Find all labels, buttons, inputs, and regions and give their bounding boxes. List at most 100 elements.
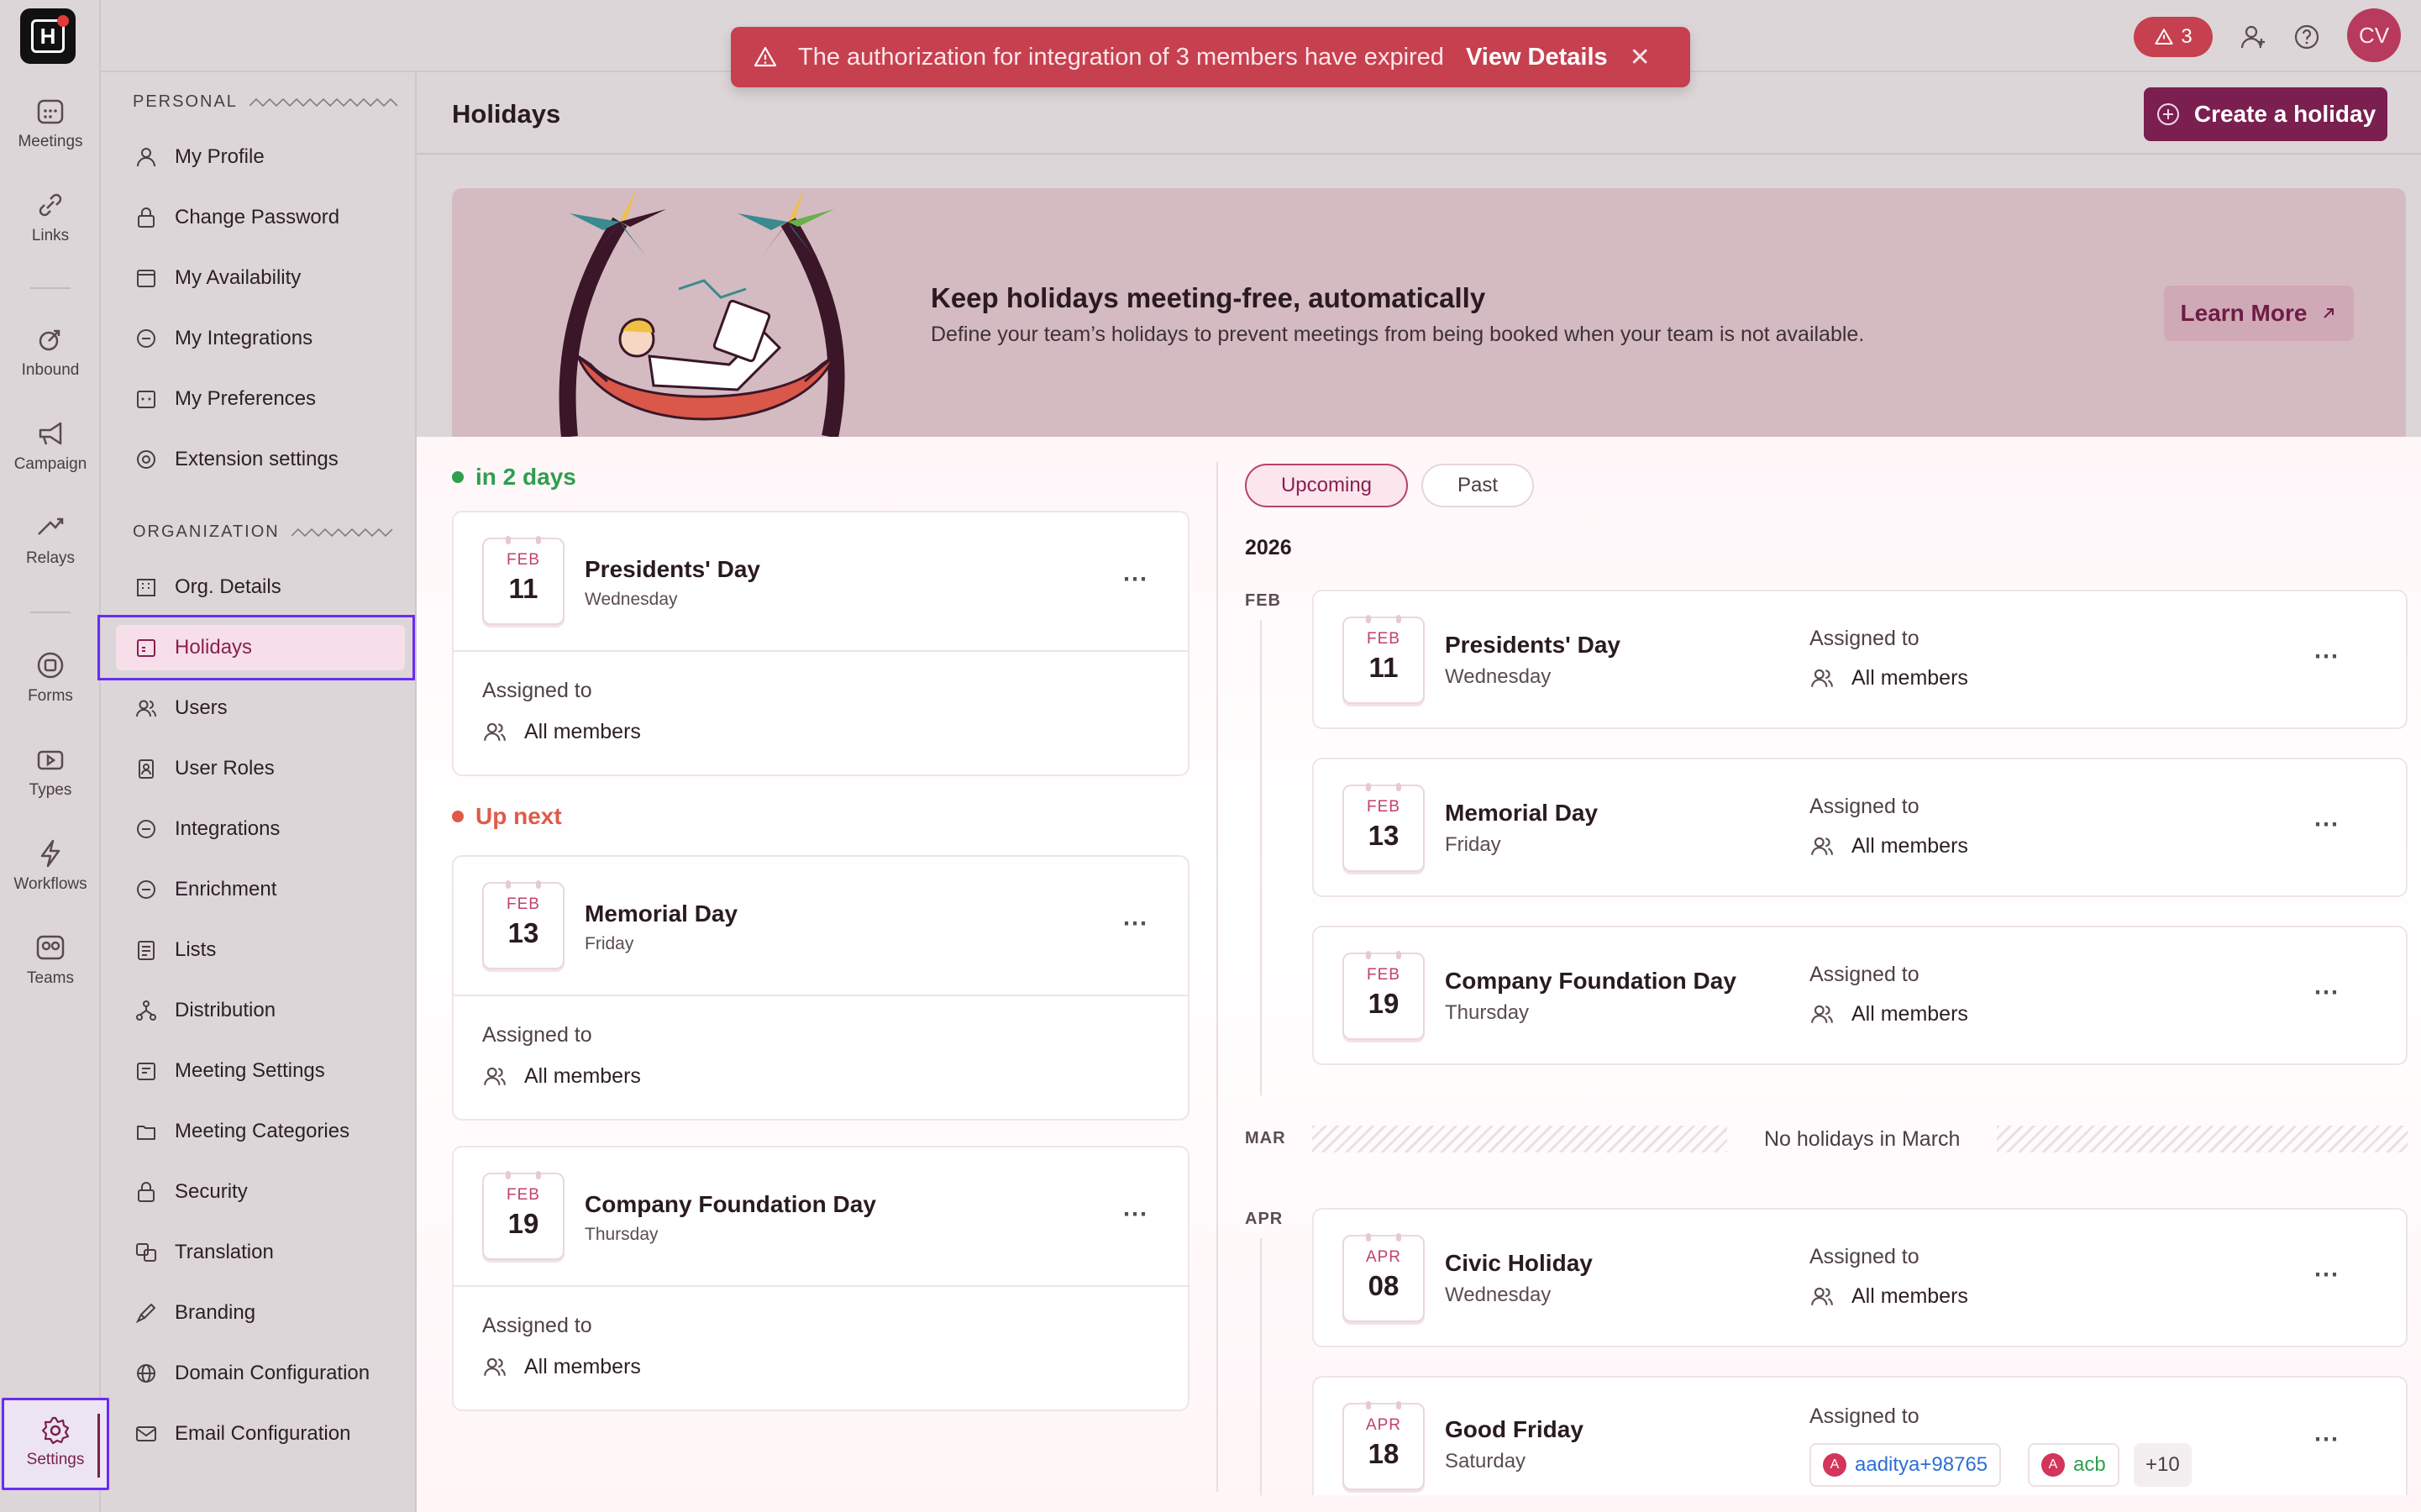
megaphone-icon — [39, 422, 62, 445]
holiday-card[interactable]: FEB 19 Company Foundation Day Thursday ⋯ … — [452, 1146, 1189, 1411]
assigned-members: All members — [1809, 833, 1968, 858]
chrome-icon — [137, 450, 155, 469]
lock-icon — [138, 207, 155, 228]
integrations-icon — [137, 329, 155, 348]
group-label-up-next: Up next — [452, 803, 562, 830]
close-icon[interactable]: ✕ — [1630, 43, 1651, 72]
building-icon — [137, 579, 155, 596]
app-logo[interactable]: H — [20, 8, 76, 64]
sidebar-item-user-roles[interactable]: User Roles — [134, 749, 403, 788]
rail-workflows[interactable]: Workflows — [0, 837, 101, 894]
sidebar-item-holidays[interactable]: Holidays — [134, 628, 403, 667]
relay-icon — [38, 517, 64, 535]
alerts-badge[interactable]: 3 — [2134, 17, 2213, 57]
sidebar-item-my-availability[interactable]: My Availability — [134, 259, 403, 297]
create-holiday-button[interactable]: Create a holiday — [2144, 87, 2387, 141]
bolt-icon — [40, 839, 60, 868]
sidebar-item-lists[interactable]: Lists — [134, 931, 403, 969]
column-divider — [1216, 462, 1218, 1492]
tab-upcoming[interactable]: Upcoming — [1245, 464, 1408, 507]
rail-inbound[interactable]: Inbound — [0, 323, 101, 380]
assigned-members: All members — [482, 1063, 641, 1089]
more-options-icon[interactable]: ⋯ — [1122, 564, 1148, 594]
holiday-row[interactable]: FEB 13 Memorial Day Friday Assigned to Al… — [1312, 758, 2408, 897]
holiday-row[interactable]: FEB 11 Presidents' Day Wednesday Assigned… — [1312, 590, 2408, 729]
sidebar-item-org-details[interactable]: Org. Details — [134, 568, 403, 606]
sidebar-item-integrations[interactable]: Integrations — [134, 810, 403, 848]
sidebar-item-translation[interactable]: Translation — [134, 1233, 403, 1272]
holiday-card[interactable]: FEB 11 Presidents' Day Wednesday ⋯ Assign… — [452, 511, 1189, 776]
users-icon — [484, 1067, 506, 1085]
assigned-label: Assigned to — [482, 679, 592, 702]
member-chip[interactable]: Aaaditya+98765 — [1809, 1443, 2002, 1487]
sidebar-item-extension-settings[interactable]: Extension settings — [134, 440, 403, 479]
rail-campaign[interactable]: Campaign — [0, 417, 101, 474]
holiday-name: Memorial Day — [1445, 800, 1599, 826]
sidebar-item-branding[interactable]: Branding — [134, 1294, 403, 1332]
sidebar-item-my-profile[interactable]: My Profile — [134, 138, 403, 176]
hatch-decoration — [1997, 1126, 2408, 1152]
sidebar-item-domain-configuration[interactable]: Domain Configuration — [134, 1354, 403, 1393]
sidebar-item-my-integrations[interactable]: My Integrations — [134, 319, 403, 358]
rail-types[interactable]: Types — [0, 743, 101, 800]
warning-icon — [754, 46, 777, 67]
user-avatar[interactable]: CV — [2347, 8, 2401, 62]
holiday-weekday: Thursday — [585, 1225, 659, 1244]
rail-label: Links — [31, 227, 70, 244]
tab-past[interactable]: Past — [1421, 464, 1534, 507]
holiday-card[interactable]: FEB 13 Memorial Day Friday ⋯ Assigned to … — [452, 855, 1189, 1121]
rail-links[interactable]: Links — [0, 188, 101, 245]
more-members-chip[interactable]: +10 — [2134, 1443, 2192, 1487]
rail-relays[interactable]: Relays — [0, 511, 101, 568]
member-chip[interactable]: Aacb — [2028, 1443, 2119, 1487]
external-arrow-icon — [2324, 308, 2334, 318]
sidebar-item-distribution[interactable]: Distribution — [134, 991, 403, 1030]
date-badge: FEB 19 — [482, 1171, 565, 1260]
mail-icon — [136, 1426, 156, 1441]
more-options-icon[interactable]: ⋯ — [2313, 978, 2340, 1007]
enrichment-icon — [137, 880, 155, 899]
sidebar-item-enrichment[interactable]: Enrichment — [134, 870, 403, 909]
sidebar-item-email-configuration[interactable]: Email Configuration — [134, 1415, 403, 1453]
sidebar-item-meeting-settings[interactable]: Meeting Settings — [134, 1052, 403, 1090]
rail-divider — [30, 287, 71, 289]
rail-settings[interactable]: Settings — [2, 1398, 109, 1490]
holiday-row[interactable]: FEB 19 Company Foundation Day Thursday As… — [1312, 926, 2408, 1065]
globe-icon — [137, 1364, 155, 1383]
more-options-icon[interactable]: ⋯ — [2313, 1425, 2340, 1454]
rail-label: Meetings — [18, 133, 83, 150]
plus-circle-icon — [2156, 103, 2179, 125]
more-options-icon[interactable]: ⋯ — [2313, 1260, 2340, 1289]
users-icon — [1811, 669, 1833, 687]
integrations-icon — [137, 820, 155, 838]
toast-message: The authorization for integration of 3 m… — [798, 43, 1444, 71]
help-icon[interactable] — [2292, 22, 2322, 52]
rail-forms[interactable]: Forms — [0, 648, 101, 706]
sidebar-item-security[interactable]: Security — [134, 1173, 403, 1211]
month-label-feb: FEB — [1245, 591, 1281, 610]
expired-auth-toast: The authorization for integration of 3 m… — [731, 27, 1690, 87]
date-badge: FEB 11 — [1342, 615, 1425, 704]
sidebar-item-users[interactable]: Users — [134, 689, 403, 727]
more-options-icon[interactable]: ⋯ — [2313, 642, 2340, 671]
learn-more-button[interactable]: Learn More — [2164, 286, 2354, 341]
holiday-row[interactable]: APR 08 Civic Holiday Wednesday Assigned t… — [1312, 1208, 2408, 1347]
view-details-link[interactable]: View Details — [1466, 44, 1608, 71]
add-user-icon[interactable] — [2238, 22, 2268, 52]
sidebar-item-my-preferences[interactable]: My Preferences — [134, 380, 403, 418]
holiday-name: Civic Holiday — [1445, 1250, 1593, 1276]
rail-meetings[interactable]: Meetings — [0, 94, 101, 151]
sidebar-item-meeting-categories[interactable]: Meeting Categories — [134, 1112, 403, 1151]
sidebar-item-change-password[interactable]: Change Password — [134, 198, 403, 237]
more-options-icon[interactable]: ⋯ — [1122, 1200, 1148, 1229]
rail-teams[interactable]: Teams — [0, 931, 101, 988]
holiday-name: Company Foundation Day — [1445, 968, 1736, 994]
more-options-icon[interactable]: ⋯ — [2313, 810, 2340, 839]
holiday-name: Memorial Day — [585, 900, 738, 927]
section-heading-personal: PERSONAL — [133, 92, 399, 112]
holiday-row[interactable]: APR 18 Good Friday Saturday Assigned to A… — [1312, 1376, 2408, 1495]
more-options-icon[interactable]: ⋯ — [1122, 909, 1148, 938]
assigned-label: Assigned to — [1809, 795, 1919, 818]
lock-icon — [138, 1182, 155, 1202]
assigned-members: All members — [1809, 665, 1968, 690]
